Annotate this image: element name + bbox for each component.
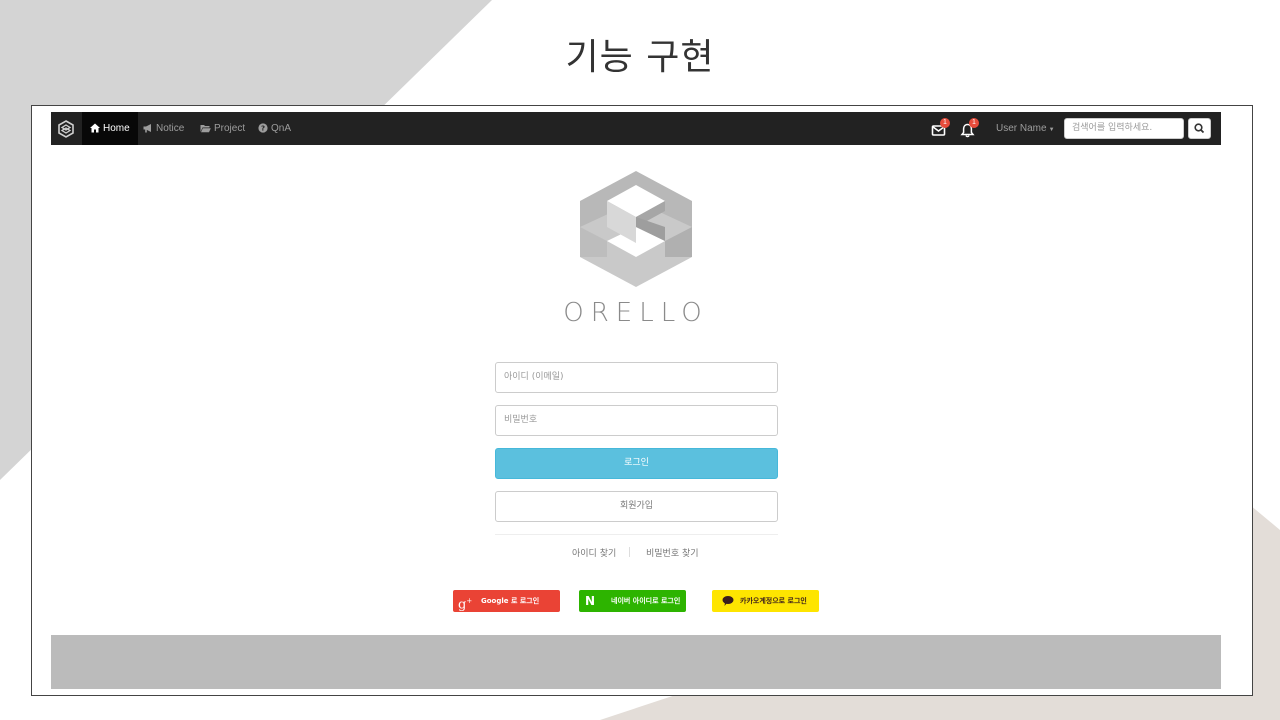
slide-title: 기능 구현 — [565, 37, 715, 78]
bullhorn-icon — [143, 124, 151, 133]
link-separator — [629, 547, 630, 557]
svg-text:?: ? — [261, 125, 265, 133]
question-circle-icon: ? — [258, 123, 268, 133]
nav-project[interactable]: Project — [200, 112, 245, 145]
mail-button[interactable]: 1 — [930, 118, 952, 141]
nav-home[interactable]: Home — [82, 112, 138, 145]
form-divider — [495, 534, 778, 535]
caret-down-icon: ▼ — [1048, 127, 1055, 133]
alarm-button[interactable]: 1 — [959, 118, 981, 141]
password-input[interactable]: 비밀번호 — [495, 405, 778, 436]
nav-project-label: Project — [214, 123, 246, 134]
nav-notice[interactable]: Notice — [143, 112, 184, 145]
google-plus-icon: g+ — [458, 597, 473, 613]
find-password-link[interactable]: 비밀번호 찾기 — [646, 546, 699, 559]
google-login-button[interactable]: g+ Google 로 로그인 — [453, 590, 560, 612]
nav-qna[interactable]: ? QnA — [258, 112, 291, 145]
naver-login-button[interactable]: N 네이버 아이디로 로그인 — [579, 590, 686, 612]
page-footer — [51, 635, 1221, 689]
folder-open-icon — [200, 125, 211, 133]
naver-icon: N — [585, 594, 596, 608]
home-icon — [90, 123, 100, 133]
kakao-talk-icon — [722, 596, 734, 606]
browser-screenshot-frame: Home Notice Project ? QnA 1 1 User Name ▼ — [31, 105, 1253, 696]
signup-button[interactable]: 회원가입 — [495, 491, 778, 522]
alarm-count-badge: 1 — [969, 118, 979, 128]
find-id-link[interactable]: 아이디 찾기 — [572, 546, 616, 559]
search-input[interactable]: 검색어를 입력하세요. — [1064, 118, 1184, 139]
login-button[interactable]: 로그인 — [495, 448, 778, 479]
google-login-label: Google 로 로그인 — [481, 597, 540, 605]
search-icon — [1194, 123, 1205, 134]
brand-wordmark: ORELLO — [563, 298, 709, 328]
page-viewport: Home Notice Project ? QnA 1 1 User Name ▼ — [51, 112, 1231, 689]
brand-logo-icon[interactable] — [57, 120, 75, 138]
user-menu-label: User Name — [996, 123, 1047, 134]
nav-home-label: Home — [103, 123, 130, 134]
id-input[interactable]: 아이디 (이메일) — [495, 362, 778, 393]
naver-login-label: 네이버 아이디로 로그인 — [611, 597, 681, 605]
user-menu-dropdown[interactable]: User Name ▼ — [996, 112, 1055, 145]
nav-qna-label: QnA — [271, 123, 292, 134]
mail-count-badge: 1 — [940, 118, 950, 128]
orello-logo-icon — [580, 171, 692, 287]
kakao-login-button[interactable]: 카카오계정으로 로그인 — [712, 590, 819, 612]
top-navbar: Home Notice Project ? QnA 1 1 User Name ▼ — [51, 112, 1221, 145]
search-button[interactable] — [1188, 118, 1211, 139]
kakao-login-label: 카카오계정으로 로그인 — [740, 597, 807, 605]
nav-notice-label: Notice — [156, 123, 185, 134]
